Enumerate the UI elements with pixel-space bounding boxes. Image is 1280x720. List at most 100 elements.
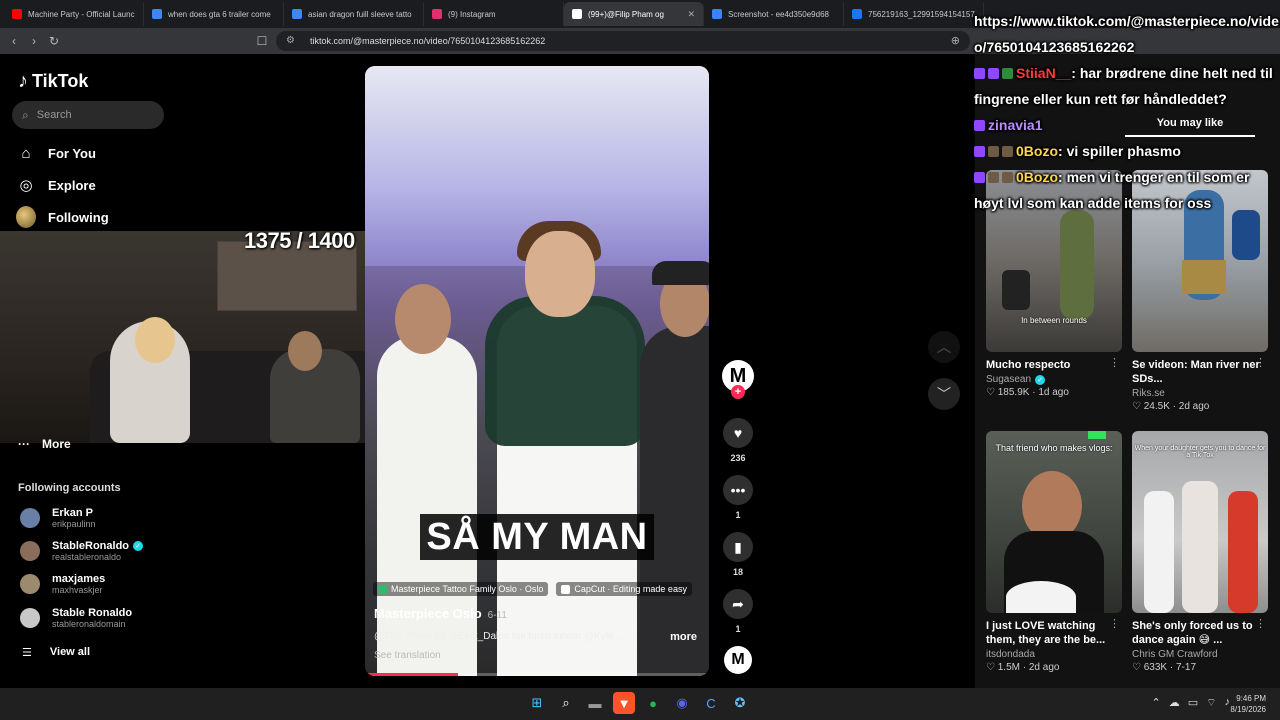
share-icon: ➦	[723, 589, 753, 619]
webcam-head-left	[135, 317, 175, 363]
card-menu-icon[interactable]: ⋮	[1255, 356, 1266, 369]
sub-badge-icon	[1002, 68, 1013, 79]
description-more-button[interactable]: more	[670, 631, 697, 643]
discord-icon[interactable]: ◉	[671, 692, 693, 714]
chat-message: https://www.tiktok.com/@masterpiece.no/v…	[974, 13, 1279, 55]
previous-video-button[interactable]: ︿	[928, 331, 960, 363]
like-count: 236	[730, 453, 746, 463]
tab-favicon-icon	[572, 9, 582, 19]
browser-tab[interactable]: asian dragon fuill sleeve tatto	[284, 2, 424, 26]
browser-tab[interactable]: (99+)@Filip Pham og ✕	[564, 2, 704, 26]
address-bar[interactable]: ⚙ tiktok.com/@masterpiece.no/video/76501…	[276, 31, 970, 51]
spotify-icon[interactable]: ●	[642, 692, 664, 714]
tab-favicon-icon	[712, 9, 722, 19]
stream-goal-counter: 1375 / 1400	[244, 228, 355, 253]
site-info-icon[interactable]: ⚙	[286, 35, 295, 46]
brave-browser-icon[interactable]: ▼	[613, 692, 635, 714]
following-account[interactable]: Erkan Perikpaulinn	[20, 507, 96, 529]
card-title: She's only forced us to dance again 😅 ..…	[1132, 620, 1253, 646]
tab-title: Screenshot - ee4d350e9d68	[728, 9, 829, 19]
card-author: Chris GM Crawford	[1132, 649, 1218, 660]
home-icon: ⌂	[21, 144, 31, 162]
back-icon[interactable]: ‹	[4, 34, 24, 48]
tab-title: asian dragon fuill sleeve tatto	[308, 9, 412, 19]
creator-profile-button[interactable]: M +	[720, 360, 756, 399]
account-name: Erkan P	[52, 507, 93, 519]
account-username: realstableronaldo	[52, 552, 122, 562]
card-title: I just LOVE watching them, they are the …	[986, 620, 1106, 646]
save-button[interactable]: ▮ 18	[720, 532, 756, 577]
following-account[interactable]: maxjames maxhvaskjer	[20, 573, 105, 595]
app-icon[interactable]: C	[700, 692, 722, 714]
browser-tab[interactable]: when does gta 6 trailer come	[144, 2, 284, 26]
video-head-center	[525, 231, 595, 317]
nav-explore[interactable]: ◎ Explore	[16, 175, 95, 195]
follow-plus-icon[interactable]: +	[731, 385, 745, 399]
tiktok-note-icon: ♪	[18, 70, 28, 92]
verified-icon: ✓	[133, 541, 144, 551]
video-person-left	[377, 336, 477, 676]
card-menu-icon[interactable]: ⋮	[1109, 356, 1120, 369]
cloud-icon[interactable]: ☁	[1169, 696, 1180, 710]
url-text: tiktok.com/@masterpiece.no/video/7650104…	[310, 36, 546, 46]
next-video-button[interactable]: ﹀	[928, 378, 960, 410]
comment-button[interactable]: ••• 1	[720, 475, 756, 520]
recommendation-card[interactable]: That friend who makes vlogs: I just LOVE…	[986, 431, 1122, 673]
video-progress-bar[interactable]	[365, 673, 709, 676]
recommendation-card[interactable]: When your daughter gets you to dance for…	[1132, 431, 1268, 673]
wifi-icon[interactable]: ⌔	[1206, 696, 1216, 710]
webcam-overlay	[0, 231, 377, 443]
volume-icon[interactable]: ♪	[1225, 696, 1231, 710]
browser-tab[interactable]: Screenshot - ee4d350e9d68	[704, 2, 844, 26]
account-name: maxjames	[52, 573, 106, 585]
card-menu-icon[interactable]: ⋮	[1255, 617, 1266, 630]
account-username: stableronaldomain	[52, 619, 126, 629]
sound-button[interactable]: M	[720, 646, 756, 674]
reload-icon[interactable]: ↻	[44, 34, 64, 48]
close-tab-icon[interactable]: ✕	[687, 9, 695, 20]
video-thumbnail: When your daughter gets you to dance for…	[1132, 431, 1268, 613]
chat-username: StiiaN__	[1016, 65, 1072, 81]
following-account[interactable]: Stable Ronaldo stableronaldomain	[20, 607, 132, 629]
following-account[interactable]: StableRonaldo ✓ realstableronaldo	[20, 540, 144, 562]
like-button[interactable]: ♥ 236	[720, 418, 756, 463]
avatar	[20, 574, 40, 594]
see-translation-link[interactable]: See translation	[374, 650, 441, 661]
capcut-tag[interactable]: CapCut · Editing made easy	[556, 582, 692, 596]
share-button[interactable]: ➦ 1	[720, 589, 756, 634]
avatar	[20, 608, 40, 628]
search-icon[interactable]: ⌕	[555, 692, 577, 714]
windows-start-icon[interactable]: ⊞	[526, 692, 548, 714]
file-explorer-icon[interactable]: ▬	[584, 692, 606, 714]
tab-favicon-icon	[432, 9, 442, 19]
browser-tab[interactable]: Machine Party - Official Launc	[4, 2, 144, 26]
video-author[interactable]: Masterpiece Oslo 6-11	[374, 606, 507, 621]
tab-favicon-icon	[152, 9, 162, 19]
bookmark-icon[interactable]: ☐	[252, 34, 272, 48]
steam-icon[interactable]: ✪	[729, 692, 751, 714]
nav-more[interactable]: ··· More	[18, 437, 71, 451]
search-input[interactable]: ⌕ Search	[12, 101, 164, 129]
tiktok-logo[interactable]: ♪ TikTok	[18, 70, 88, 93]
twitch-badge-icon	[974, 68, 985, 79]
chevron-up-icon[interactable]: ⌃	[1152, 696, 1161, 710]
system-clock[interactable]: 9:46 PM 8/19/2026	[1230, 693, 1266, 715]
nav-following[interactable]: Following	[16, 206, 109, 228]
chat-username: 0Bozo	[1016, 143, 1058, 159]
display-icon[interactable]: ▭	[1188, 696, 1198, 710]
video-player[interactable]: SÅ MY MAN Masterpiece Tattoo Family Oslo…	[365, 66, 709, 676]
view-all-link[interactable]: ☰ View all	[22, 646, 90, 659]
location-tag[interactable]: Masterpiece Tattoo Family Oslo · Oslo	[373, 582, 549, 596]
chat-message: 0Bozo: men vi trenger en til som er høyt…	[974, 169, 1250, 211]
browser-tab[interactable]: 756219163_12991594154157	[844, 2, 984, 26]
card-stats: ♡ 185.9K · 1d ago	[986, 387, 1069, 398]
system-tray: ⌃ ☁ ▭ ⌔ ♪	[1152, 696, 1230, 710]
forward-icon[interactable]: ›	[24, 34, 44, 48]
card-menu-icon[interactable]: ⋮	[1109, 617, 1120, 630]
chat-message: 0Bozo: vi spiller phasmo	[974, 138, 1280, 164]
zoom-icon[interactable]: ⊕	[951, 34, 960, 47]
heart-icon: ♥	[723, 418, 753, 448]
browser-tab[interactable]: (9) Instagram	[424, 2, 564, 26]
share-count: 1	[735, 624, 741, 634]
nav-for-you[interactable]: ⌂ For You	[16, 143, 95, 163]
